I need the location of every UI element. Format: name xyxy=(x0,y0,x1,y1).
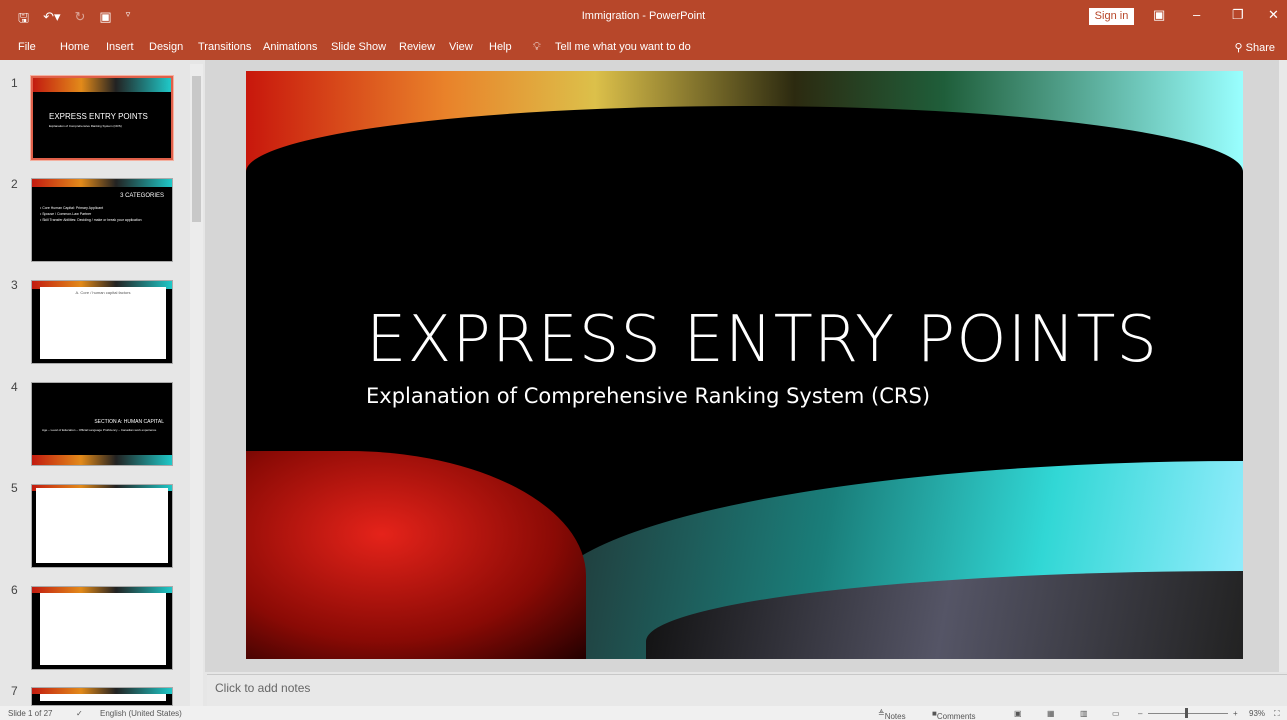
slide-thumbnail-6[interactable] xyxy=(31,586,173,670)
tab-home[interactable]: Home xyxy=(60,41,89,53)
ribbon-display-icon[interactable]: ▣ xyxy=(1153,7,1165,23)
lightbulb-icon: 💡︎ xyxy=(533,41,541,53)
zoom-slider[interactable] xyxy=(1148,713,1228,714)
tab-help[interactable]: Help xyxy=(489,41,512,53)
thumb-title: A. Core / human capital factors xyxy=(75,290,131,295)
thumb-bullet: • Skill Transfer Abilities: Deciding / m… xyxy=(40,218,142,222)
slide-thumbnail-1[interactable]: EXPRESS ENTRY POINTS Explanation of Comp… xyxy=(30,75,174,161)
slide-subtitle[interactable]: Explanation of Comprehensive Ranking Sys… xyxy=(366,384,930,408)
slide-scrollbar[interactable] xyxy=(1279,60,1287,672)
thumb-title: EXPRESS ENTRY POINTS xyxy=(49,112,148,121)
tab-file[interactable]: File xyxy=(18,41,36,53)
slide-counter: Slide 1 of 27 xyxy=(8,709,53,718)
slide-thumbnail-3[interactable]: A. Core / human capital factors xyxy=(31,280,173,364)
tab-design[interactable]: Design xyxy=(149,41,183,53)
slide-thumbnail-2[interactable]: 3 CATEGORIES • Core Human Capital: Prima… xyxy=(31,178,173,262)
title-bar: 🖫 ↶▾ ↻ ▣ ▿ Immigration - PowerPoint Sign… xyxy=(0,0,1287,34)
tab-animations[interactable]: Animations xyxy=(263,41,317,53)
slide-number: 6 xyxy=(11,583,18,597)
slide-thumbnail-7[interactable] xyxy=(31,687,173,706)
person-icon: ⚲ xyxy=(1234,42,1246,54)
zoom-out-icon[interactable]: – xyxy=(1138,709,1142,718)
thumbnail-scrollbar[interactable] xyxy=(190,64,203,706)
tab-transitions[interactable]: Transitions xyxy=(198,41,251,53)
slide-sorter-icon[interactable]: ▦ xyxy=(1047,709,1055,718)
tell-me-search[interactable]: Tell me what you want to do xyxy=(555,41,691,53)
slide-number: 1 xyxy=(11,76,18,90)
slide-canvas[interactable]: EXPRESS ENTRY POINTS Explanation of Comp… xyxy=(246,71,1243,659)
thumb-subtitle: Age – Level of Education – Official Lang… xyxy=(42,428,157,432)
tab-view[interactable]: View xyxy=(449,41,473,53)
ribbon-tabs: File Home Insert Design Transitions Anim… xyxy=(0,34,1287,60)
tab-slide-show[interactable]: Slide Show xyxy=(331,41,386,53)
thumb-bullet: • Spouse / Common-Law Partner xyxy=(40,212,92,216)
zoom-slider-thumb[interactable] xyxy=(1185,708,1188,718)
language[interactable]: English (United States) xyxy=(100,709,182,718)
normal-view-icon[interactable]: ▣ xyxy=(1014,709,1022,718)
zoom-in-icon[interactable]: + xyxy=(1233,709,1238,718)
decorative-swoosh xyxy=(246,451,586,659)
slide-thumbnail-4[interactable]: SECTION A: HUMAN CAPITAL Age – Level of … xyxy=(31,382,173,466)
slide-title[interactable]: EXPRESS ENTRY POINTS xyxy=(366,303,1158,377)
notes-button[interactable]: ≜ Notes xyxy=(878,709,906,720)
thumb-title: SECTION A: HUMAN CAPITAL xyxy=(94,419,164,425)
minimize-icon[interactable]: – xyxy=(1193,7,1200,22)
zoom-level[interactable]: 93% xyxy=(1249,709,1265,718)
slide-number: 5 xyxy=(11,481,18,495)
sign-in-button[interactable]: Sign in xyxy=(1089,8,1134,25)
thumb-title: 3 CATEGORIES xyxy=(120,193,164,199)
slide-number: 2 xyxy=(11,177,18,191)
close-icon[interactable]: ✕ xyxy=(1268,7,1279,23)
notes-label: Notes xyxy=(884,712,906,720)
comments-label: Comments xyxy=(936,712,976,720)
slide-number: 4 xyxy=(11,380,18,394)
restore-icon[interactable]: ❐ xyxy=(1232,7,1244,23)
tab-review[interactable]: Review xyxy=(399,41,435,53)
slide-thumbnail-pane: 1 EXPRESS ENTRY POINTS Explanation of Co… xyxy=(0,60,205,706)
slide-number: 7 xyxy=(11,684,18,698)
reading-view-icon[interactable]: ▥ xyxy=(1080,709,1088,718)
notes-pane[interactable]: Click to add notes xyxy=(207,674,1287,706)
slide-thumbnail-5[interactable] xyxy=(31,484,173,568)
tab-insert[interactable]: Insert xyxy=(106,41,134,53)
slideshow-icon[interactable]: ▭ xyxy=(1112,709,1120,718)
thumb-subtitle: Explanation of Comprehensive Ranking Sys… xyxy=(49,124,122,128)
share-button[interactable]: ⚲ Share xyxy=(1235,41,1275,54)
status-bar: Slide 1 of 27 ✓ English (United States) … xyxy=(0,706,1287,720)
fit-to-window-icon[interactable]: ⛶ xyxy=(1274,709,1280,719)
comments-button[interactable]: ■ Comments xyxy=(932,709,976,720)
spellcheck-icon[interactable]: ✓ xyxy=(76,709,83,718)
slide-number: 3 xyxy=(11,278,18,292)
share-label: Share xyxy=(1245,42,1275,54)
thumb-bullet: • Core Human Capital: Primary Applicant xyxy=(40,206,104,210)
